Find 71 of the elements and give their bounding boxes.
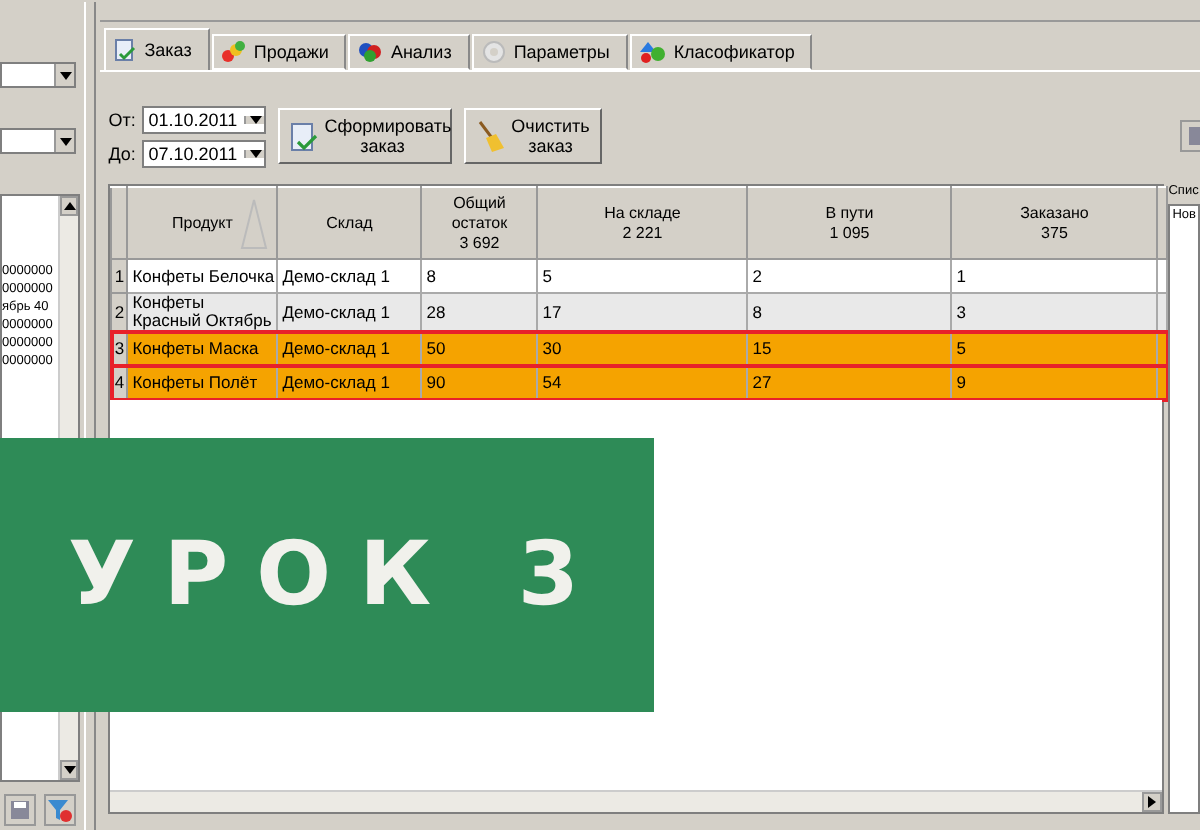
table-cell: Демо-склад 1	[277, 365, 422, 399]
column-header[interactable]: Заказано 375	[951, 187, 1158, 259]
tab[interactable]: Класофикатор	[629, 34, 813, 70]
scroll-up-button[interactable]	[60, 196, 78, 216]
column-header[interactable]: Общий остаток 3 692	[421, 187, 538, 259]
gear-icon	[481, 40, 506, 64]
table-cell: Конфеты Красный Октябрь	[127, 293, 278, 331]
tab[interactable]: Параметры	[471, 34, 628, 70]
clear-filter-button[interactable]	[44, 794, 76, 826]
date-label: До:	[108, 143, 137, 163]
shapes-icon	[639, 40, 666, 64]
dots-icon	[221, 40, 246, 64]
dropdown[interactable]	[0, 62, 76, 88]
scroll-up-icon	[63, 202, 75, 210]
tab[interactable]: Анализ	[348, 34, 470, 70]
row-number: 3	[111, 331, 128, 365]
dropdown[interactable]	[0, 128, 76, 154]
horizontal-scrollbar[interactable]	[110, 790, 1163, 812]
tab[interactable]: Продажи	[211, 34, 347, 70]
table-cell: 28	[421, 293, 538, 331]
row-number: 1	[111, 259, 128, 293]
tab[interactable]: Заказ	[104, 28, 210, 70]
table-cell: 15	[747, 331, 952, 365]
dropdown-arrow-icon	[249, 115, 262, 123]
date-field[interactable]: 01.10.2011	[142, 105, 267, 133]
highlighted-row[interactable]: 3 Конфеты Маска Демо-склад 1 50 30 15 5	[111, 331, 1168, 365]
table-cell: 27	[747, 365, 952, 399]
date-field[interactable]: 07.10.2011	[142, 139, 267, 167]
table-cell: Конфеты Белочка	[127, 259, 278, 293]
table-cell: Демо-склад 1	[277, 259, 422, 293]
date-label: От:	[108, 109, 137, 129]
column-header[interactable]: В пути 1 095	[747, 187, 952, 259]
table-cell: 50	[421, 331, 538, 365]
table-cell: 54	[537, 365, 748, 399]
table-cell: 3	[951, 293, 1158, 331]
table-cell: Конфеты Полёт	[127, 365, 278, 399]
column-header[interactable]: На складе 2 221	[537, 187, 748, 259]
table-cell: 9	[951, 365, 1158, 399]
table-cell: 5	[951, 331, 1158, 365]
clipboard-icon	[290, 120, 319, 152]
table-cell: Демо-склад 1	[277, 293, 422, 331]
save-button[interactable]	[4, 794, 36, 826]
row-number: 2	[111, 293, 128, 331]
dropdown-arrow-icon	[249, 149, 262, 157]
broom-icon	[476, 120, 505, 152]
table-cell: 30	[537, 331, 748, 365]
table-cell: 8	[421, 259, 538, 293]
banner-title: УРОК 3	[68, 524, 607, 626]
dropdown-arrow-icon	[59, 137, 71, 145]
column-header[interactable]: Продукт	[127, 187, 278, 259]
table-cell: 17	[537, 293, 748, 331]
circles-icon	[358, 40, 383, 64]
row-number: 4	[111, 365, 128, 399]
table-cell: Конфеты Маска	[127, 331, 278, 365]
scroll-down-button[interactable]	[60, 760, 78, 780]
toolbar-button[interactable]: Сформировать заказ	[278, 108, 453, 164]
highlighted-row[interactable]: 4 Конфеты Полёт Демо-склад 1 90 54 27 9	[111, 365, 1168, 399]
column-header[interactable]: Склад	[277, 187, 422, 259]
scroll-right-icon	[1148, 796, 1157, 808]
table-cell: 1	[951, 259, 1158, 293]
table-cell: 2	[747, 259, 952, 293]
table-cell: Демо-склад 1	[277, 331, 422, 365]
floppy-icon	[10, 800, 30, 820]
scroll-down-icon	[63, 766, 75, 774]
clipboard-icon	[114, 38, 137, 62]
table-cell: 8	[747, 293, 952, 331]
toolbar-button[interactable]: Очистить заказ	[464, 108, 603, 164]
table-cell: 90	[421, 365, 538, 399]
filter-icon	[48, 798, 72, 822]
dropdown-arrow-icon	[59, 71, 71, 79]
table-cell: 5	[537, 259, 748, 293]
